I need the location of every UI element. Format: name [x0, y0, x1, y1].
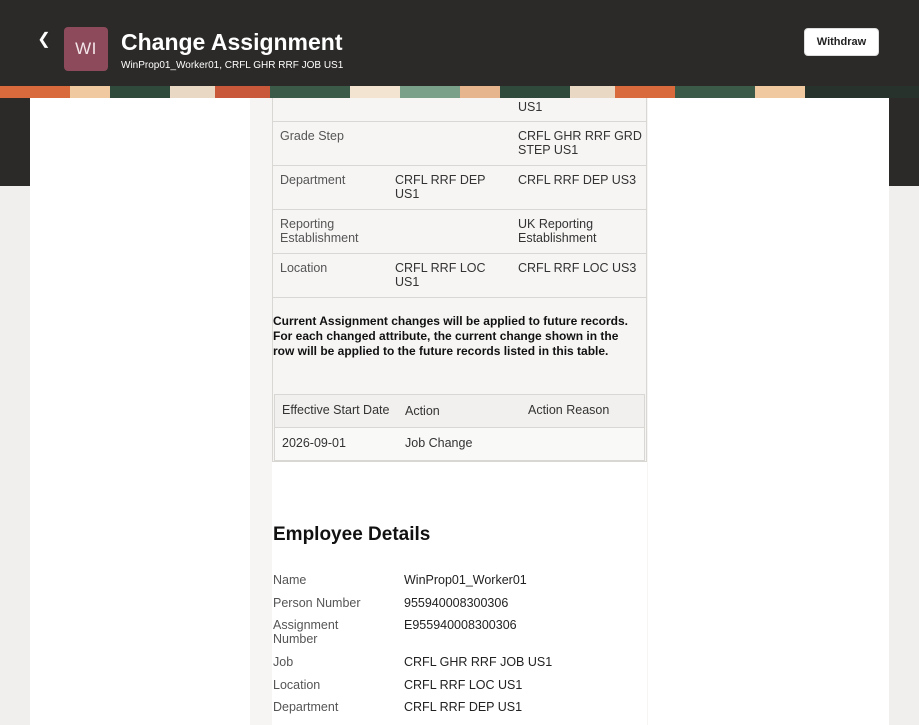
- page-title: Change Assignment: [121, 29, 343, 55]
- column-header-action-reason: Action Reason: [528, 403, 610, 417]
- future-records-table: Effective Start Date Action Action Reaso…: [274, 394, 645, 461]
- field-value-department: CRFL RRF DEP US1: [404, 700, 523, 714]
- field-label-assignment-number: Assignment Number: [273, 618, 339, 646]
- comparison-future: UK Reporting Establishment: [518, 217, 597, 245]
- comparison-future: US1: [518, 100, 543, 114]
- field-label-department: Department: [273, 700, 339, 714]
- field-label-name: Name: [273, 573, 307, 587]
- notice-line: Current Assignment changes will be appli…: [273, 314, 628, 328]
- field-value-person-number: 955940008300306: [404, 596, 509, 610]
- field-value-location: CRFL RRF LOC US1: [404, 678, 523, 692]
- comparison-attribute: Department: [280, 173, 346, 187]
- comparison-future: CRFL GHR RRF GRD STEP US1: [518, 129, 642, 157]
- comparison-row: US1: [272, 98, 647, 122]
- employee-details-title: Employee Details: [273, 524, 431, 545]
- future-records-notice: Current Assignment changes will be appli…: [273, 314, 643, 359]
- cell-action: Job Change: [405, 436, 473, 450]
- comparison-future: CRFL RRF DEP US3: [518, 173, 637, 187]
- comparison-row: Grade Step CRFL GHR RRF GRD STEP US1: [272, 122, 647, 166]
- comparison-row: Location CRFL RRF LOC US1 CRFL RRF LOC U…: [272, 254, 647, 298]
- notice-line: For each changed attribute, the current …: [273, 329, 619, 358]
- column-header-action: Action: [405, 404, 440, 418]
- comparison-attribute: Grade Step: [280, 129, 344, 143]
- field-value-name: WinProp01_Worker01: [404, 573, 527, 587]
- avatar: WI: [64, 27, 108, 71]
- withdraw-button[interactable]: Withdraw: [804, 28, 879, 56]
- comparison-row: Reporting Establishment UK Reporting Est…: [272, 210, 647, 254]
- column-header-effective-start-date: Effective Start Date: [282, 403, 390, 417]
- field-value-assignment-number: E955940008300306: [404, 618, 517, 632]
- field-label-person-number: Person Number: [273, 596, 361, 610]
- page-subtitle: WinProp01_Worker01, CRFL GHR RRF JOB US1: [121, 60, 344, 71]
- comparison-current: CRFL RRF DEP US1: [395, 173, 486, 201]
- comparison-attribute: Reporting Establishment: [280, 217, 359, 245]
- field-value-job: CRFL GHR RRF JOB US1: [404, 655, 553, 669]
- cell-effective-start-date: 2026-09-01: [282, 436, 346, 450]
- field-label-location: Location: [273, 678, 321, 692]
- comparison-row: Department CRFL RRF DEP US1 CRFL RRF DEP…: [272, 166, 647, 210]
- comparison-future: CRFL RRF LOC US3: [518, 261, 637, 275]
- right-gutter: [889, 186, 919, 725]
- field-label-job: Job: [273, 655, 294, 669]
- back-chevron-icon[interactable]: ❮: [34, 30, 54, 50]
- page-header: ❮ WI Change Assignment WinProp01_Worker0…: [0, 0, 919, 92]
- decorative-banner: [0, 86, 919, 98]
- left-gutter: [0, 186, 30, 725]
- comparison-attribute: Location: [280, 261, 328, 275]
- comparison-current: CRFL RRF LOC US1: [395, 261, 486, 289]
